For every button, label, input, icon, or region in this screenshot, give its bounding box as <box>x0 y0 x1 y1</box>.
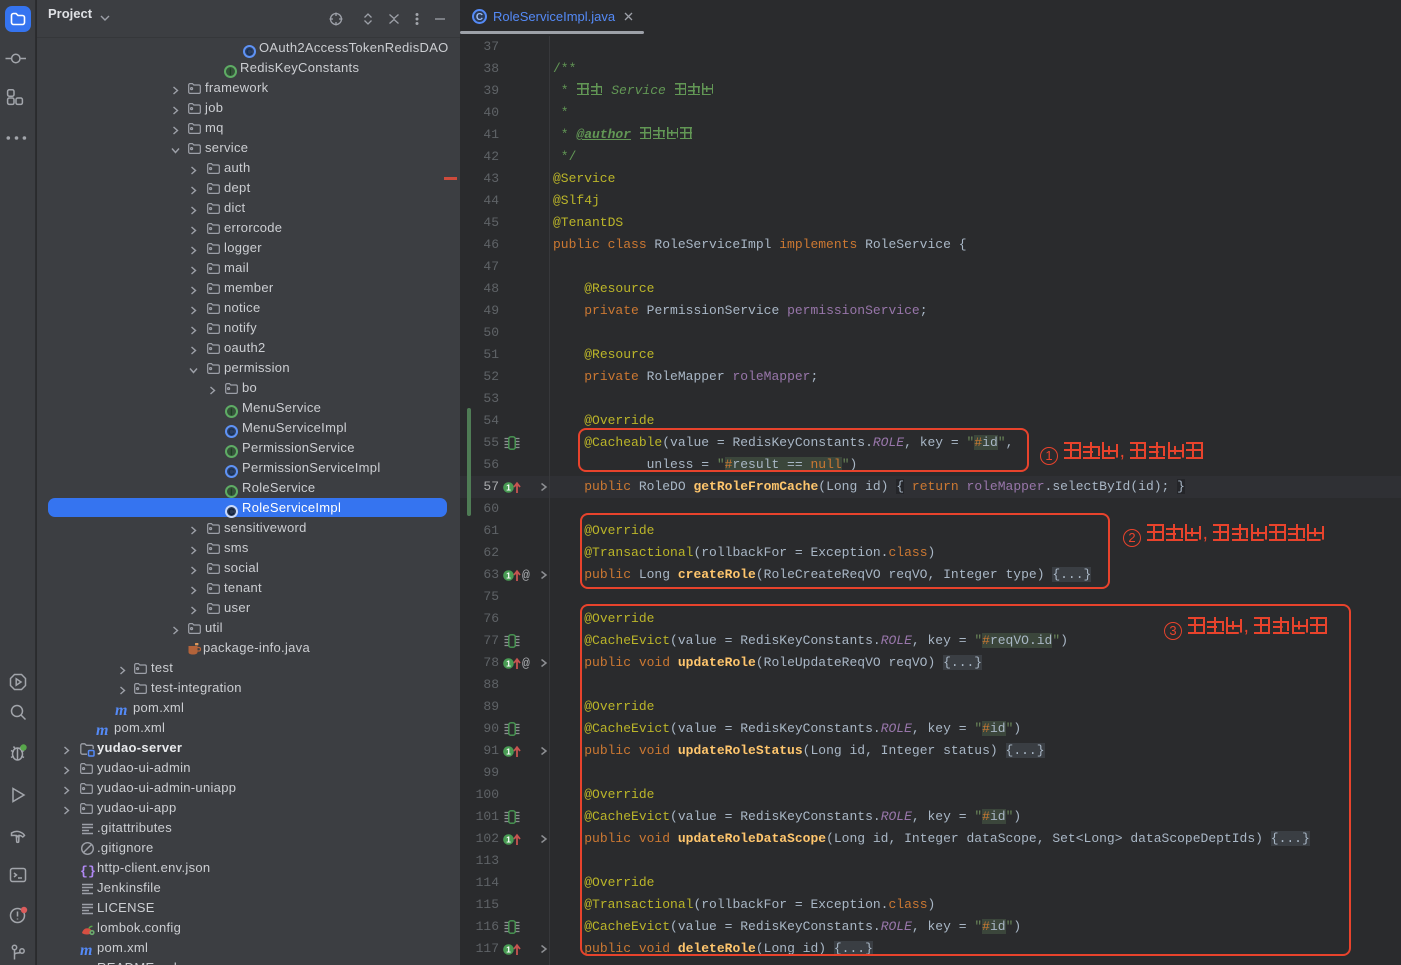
svg-text:1: 1 <box>506 659 511 669</box>
svg-text:1: 1 <box>506 747 511 757</box>
svg-text:1: 1 <box>506 571 511 581</box>
svg-text:1: 1 <box>506 483 511 493</box>
svg-text:1: 1 <box>506 945 511 955</box>
svg-text:1: 1 <box>506 835 511 845</box>
